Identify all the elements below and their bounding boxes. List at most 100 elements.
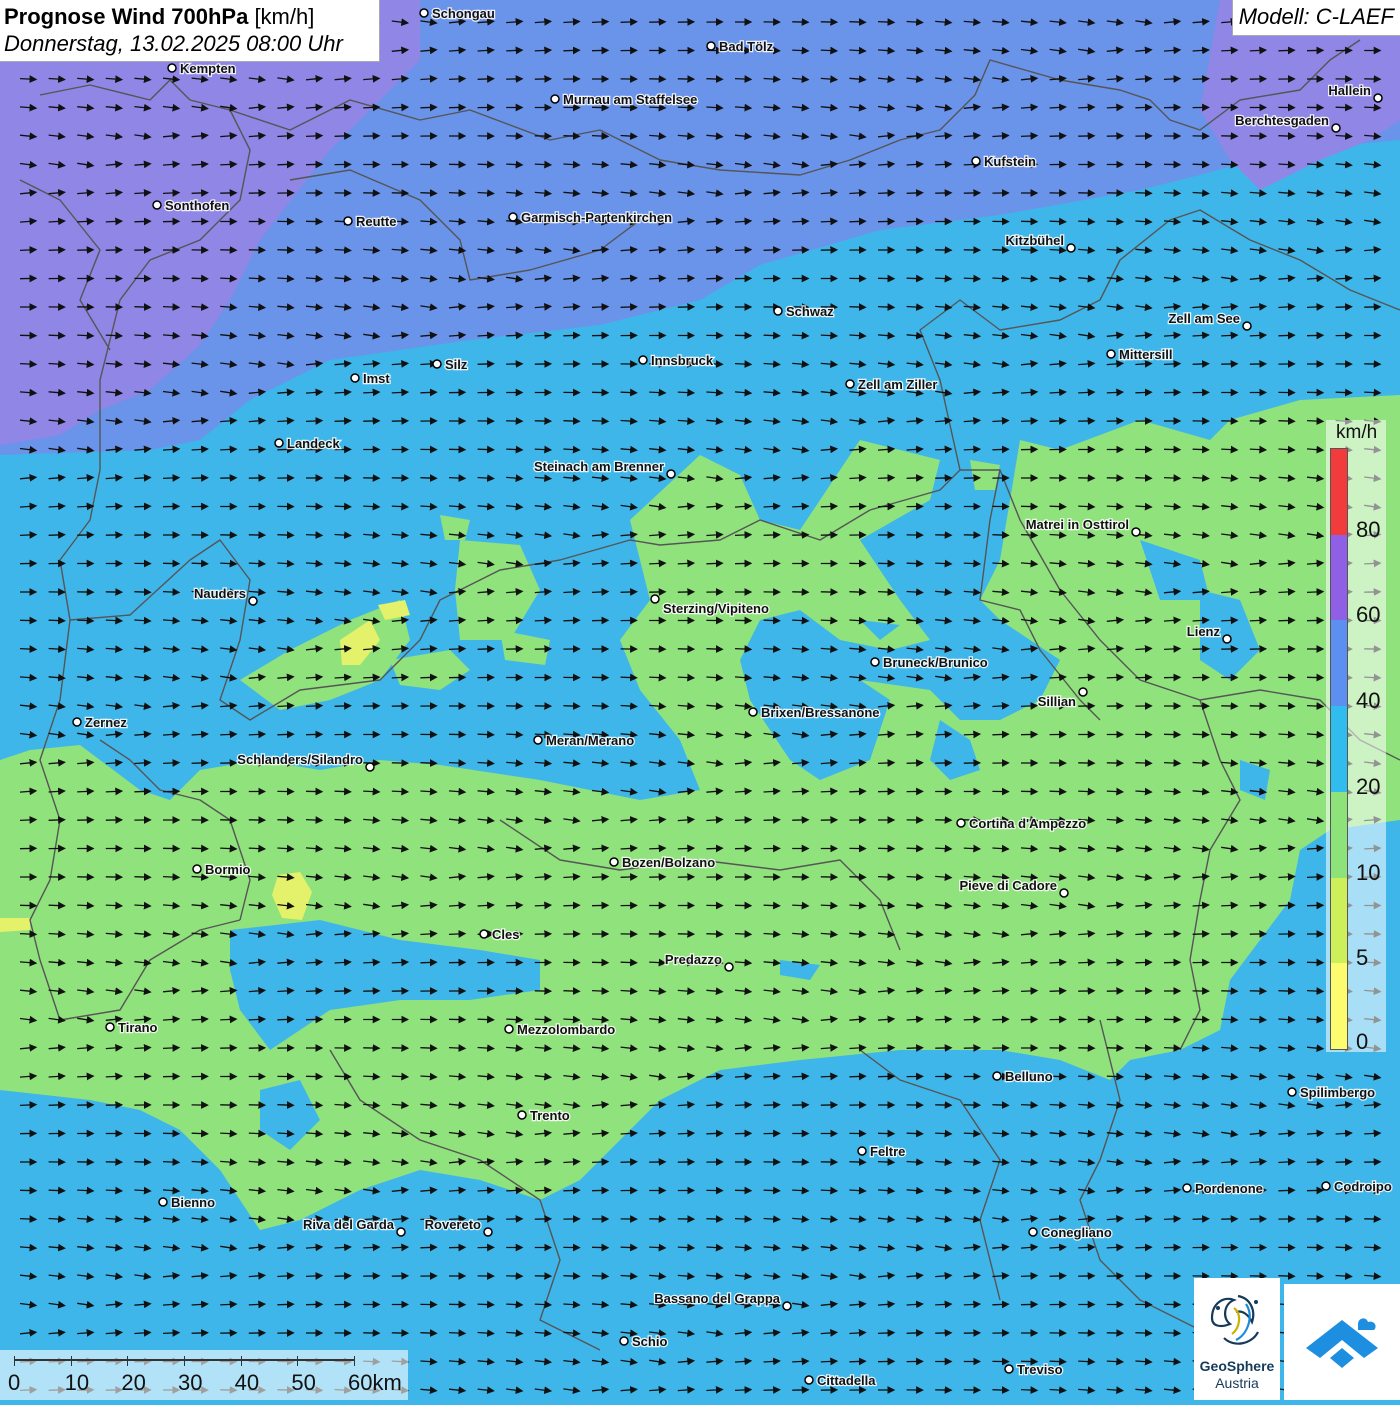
arrow-icon: [277, 535, 293, 536]
arrow-icon: [907, 1133, 923, 1134]
city-dot-icon: [551, 95, 559, 103]
arrow-icon: [621, 592, 637, 593]
arrow-icon: [878, 307, 894, 308]
arrow-icon: [964, 1133, 980, 1134]
arrow-icon: [306, 991, 322, 992]
city-marker: Bozen/Bolzano: [610, 855, 715, 870]
arrow-icon: [1107, 791, 1123, 792]
city-dot-icon: [1374, 94, 1382, 102]
city-label: Kitzbühel: [1006, 233, 1065, 248]
city-label: Meran/Merano: [546, 733, 634, 748]
arrow-icon: [592, 136, 608, 137]
arrow-icon: [764, 820, 780, 821]
arrow-icon: [792, 1076, 808, 1077]
arrow-icon: [1135, 763, 1151, 764]
arrow-icon: [878, 1048, 894, 1049]
arrow-icon: [20, 1219, 36, 1220]
arrow-icon: [277, 1019, 293, 1020]
city-marker: Cortina d'Ampezzo: [957, 816, 1086, 831]
arrow-icon: [964, 1019, 980, 1020]
arrow-icon: [821, 620, 837, 621]
arrow-icon: [907, 193, 923, 194]
map-title: Prognose Wind 700hPa [km/h] Donnerstag, …: [0, 0, 380, 62]
geosphere-emblem-icon: [1194, 1278, 1280, 1358]
city-label: Garmisch-Partenkirchen: [521, 210, 672, 225]
arrow-icon: [106, 1190, 122, 1191]
arrow-icon: [907, 563, 923, 564]
legend-unit: km/h: [1336, 422, 1377, 444]
arrow-icon: [1193, 449, 1209, 450]
arrow-icon: [849, 592, 865, 593]
arrow-icon: [335, 506, 351, 507]
city-dot-icon: [159, 1198, 167, 1206]
title-unit: [km/h]: [254, 4, 314, 29]
city-dot-icon: [651, 595, 659, 603]
city-marker: Brixen/Bressanone: [749, 705, 880, 720]
city-label: Codroipo: [1334, 1179, 1392, 1194]
forecast-datetime: Donnerstag, 13.02.2025 08:00 Uhr: [4, 30, 375, 58]
city-marker: Meran/Merano: [534, 733, 634, 748]
arrow-icon: [449, 1333, 465, 1334]
arrow-icon: [1050, 506, 1066, 507]
arrow-icon: [563, 421, 579, 422]
arrow-icon: [535, 50, 551, 51]
legend-label: 0: [1356, 1029, 1368, 1055]
city-label: Schlanders/Silandro: [237, 752, 363, 767]
arrow-icon: [1278, 991, 1294, 992]
arrow-icon: [563, 991, 579, 992]
arrow-icon: [735, 250, 751, 251]
scale-tick: [297, 1356, 298, 1366]
city-dot-icon: [1183, 1184, 1191, 1192]
arrow-icon: [306, 250, 322, 251]
arrow-icon: [392, 962, 408, 963]
arrow-icon: [592, 1162, 608, 1163]
arrow-icon: [49, 820, 65, 821]
arrow-icon: [935, 1019, 951, 1020]
city-marker: Bruneck/Brunico: [871, 655, 988, 670]
arrow-icon: [678, 107, 694, 108]
city-dot-icon: [397, 1228, 405, 1236]
city-label: Kempten: [180, 61, 236, 76]
arrow-icon: [1135, 478, 1151, 479]
arrow-icon: [1021, 535, 1037, 536]
arrow-icon: [1364, 392, 1380, 393]
city-marker: Garmisch-Partenkirchen: [509, 210, 672, 225]
arrow-icon: [621, 677, 637, 678]
arrow-icon: [535, 1190, 551, 1191]
city-dot-icon: [749, 708, 757, 716]
scale-label: 40: [235, 1370, 259, 1396]
arrow-icon: [1078, 1361, 1094, 1362]
city-label: Riva del Garda: [303, 1217, 395, 1232]
arrow-icon: [1364, 107, 1380, 108]
city-label: Steinach am Brenner: [534, 459, 664, 474]
city-dot-icon: [639, 356, 647, 364]
arrow-icon: [1221, 335, 1237, 336]
city-dot-icon: [480, 930, 488, 938]
city-label: Tirano: [118, 1020, 158, 1035]
arrow-icon: [77, 1076, 93, 1077]
arrow-icon: [878, 763, 894, 764]
city-marker: Pordenone: [1183, 1181, 1263, 1196]
city-label: Reutte: [356, 214, 396, 229]
arrow-icon: [678, 1247, 694, 1248]
arrow-icon: [563, 620, 579, 621]
arrow-icon: [1278, 1190, 1294, 1191]
arrow-icon: [1107, 221, 1123, 222]
arrow-icon: [392, 791, 408, 792]
arrow-icon: [764, 1190, 780, 1191]
arrow-icon: [506, 1304, 522, 1305]
arrow-icon: [1078, 506, 1094, 507]
arrow-icon: [77, 335, 93, 336]
arrow-icon: [764, 1390, 780, 1391]
arrow-icon: [1221, 905, 1237, 906]
arrow-icon: [220, 848, 236, 849]
arrow-icon: [649, 848, 665, 849]
scale-tick: [241, 1356, 242, 1366]
arrow-icon: [935, 164, 951, 165]
arrow-icon: [1135, 392, 1151, 393]
arrow-icon: [563, 1190, 579, 1191]
arrow-icon: [649, 1133, 665, 1134]
arrow-icon: [792, 221, 808, 222]
city-label: Matrei in Osttirol: [1026, 517, 1129, 532]
arrow-icon: [1021, 1276, 1037, 1277]
